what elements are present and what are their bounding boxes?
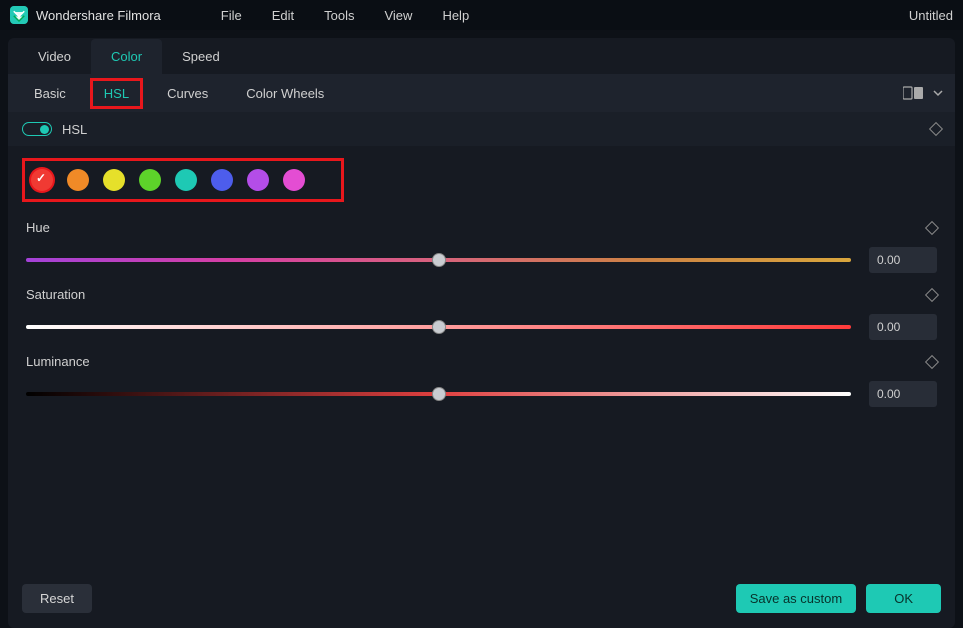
save-as-custom-button[interactable]: Save as custom <box>736 584 857 613</box>
saturation-slider[interactable] <box>26 325 851 329</box>
sub-tabs: Basic HSL Curves Color Wheels <box>8 74 955 112</box>
tab-speed[interactable]: Speed <box>162 39 240 74</box>
color-swatch-row <box>22 158 344 202</box>
saturation-value-input[interactable] <box>869 314 937 340</box>
saturation-slider-block: Saturation <box>8 277 955 344</box>
menu-edit[interactable]: Edit <box>272 8 294 23</box>
keyframe-icon[interactable] <box>929 122 943 136</box>
swatch-red[interactable] <box>31 169 53 191</box>
swatch-cyan[interactable] <box>175 169 197 191</box>
hue-slider-block: Hue <box>8 210 955 277</box>
document-title: Untitled <box>909 8 953 23</box>
tab-curves[interactable]: Curves <box>153 80 222 107</box>
hsl-section-label: HSL <box>62 122 87 137</box>
compare-view-icon[interactable] <box>903 86 923 100</box>
slider-thumb[interactable] <box>432 387 446 401</box>
color-panel: Video Color Speed Basic HSL Curves Color… <box>8 38 955 628</box>
main-tabs: Video Color Speed <box>8 38 955 74</box>
hue-slider[interactable] <box>26 258 851 262</box>
menu-bar: File Edit Tools View Help <box>221 8 469 23</box>
hsl-section-header: HSL <box>8 112 955 146</box>
swatch-magenta[interactable] <box>283 169 305 191</box>
slider-thumb[interactable] <box>432 253 446 267</box>
menu-tools[interactable]: Tools <box>324 8 354 23</box>
tab-color[interactable]: Color <box>91 39 162 74</box>
luminance-slider[interactable] <box>26 392 851 396</box>
tab-color-wheels[interactable]: Color Wheels <box>232 80 338 107</box>
tab-basic[interactable]: Basic <box>20 80 80 107</box>
title-bar: Wondershare Filmora File Edit Tools View… <box>0 0 963 30</box>
app-name: Wondershare Filmora <box>36 8 161 23</box>
keyframe-icon[interactable] <box>925 220 939 234</box>
menu-file[interactable]: File <box>221 8 242 23</box>
tab-video[interactable]: Video <box>18 39 91 74</box>
hue-value-input[interactable] <box>869 247 937 273</box>
hsl-toggle[interactable] <box>22 122 52 136</box>
luminance-label: Luminance <box>26 354 90 369</box>
keyframe-icon[interactable] <box>925 354 939 368</box>
swatch-orange[interactable] <box>67 169 89 191</box>
ok-button[interactable]: OK <box>866 584 941 613</box>
chevron-down-icon[interactable] <box>933 88 943 98</box>
swatch-purple[interactable] <box>247 169 269 191</box>
luminance-value-input[interactable] <box>869 381 937 407</box>
keyframe-icon[interactable] <box>925 287 939 301</box>
luminance-slider-block: Luminance <box>8 344 955 411</box>
tab-hsl[interactable]: HSL <box>90 78 143 109</box>
menu-help[interactable]: Help <box>442 8 469 23</box>
reset-button[interactable]: Reset <box>22 584 92 613</box>
app-logo-icon <box>10 6 28 24</box>
swatch-green[interactable] <box>139 169 161 191</box>
footer: Reset Save as custom OK <box>8 578 955 628</box>
swatch-yellow[interactable] <box>103 169 125 191</box>
saturation-label: Saturation <box>26 287 85 302</box>
swatch-blue[interactable] <box>211 169 233 191</box>
slider-thumb[interactable] <box>432 320 446 334</box>
hue-label: Hue <box>26 220 50 235</box>
menu-view[interactable]: View <box>384 8 412 23</box>
